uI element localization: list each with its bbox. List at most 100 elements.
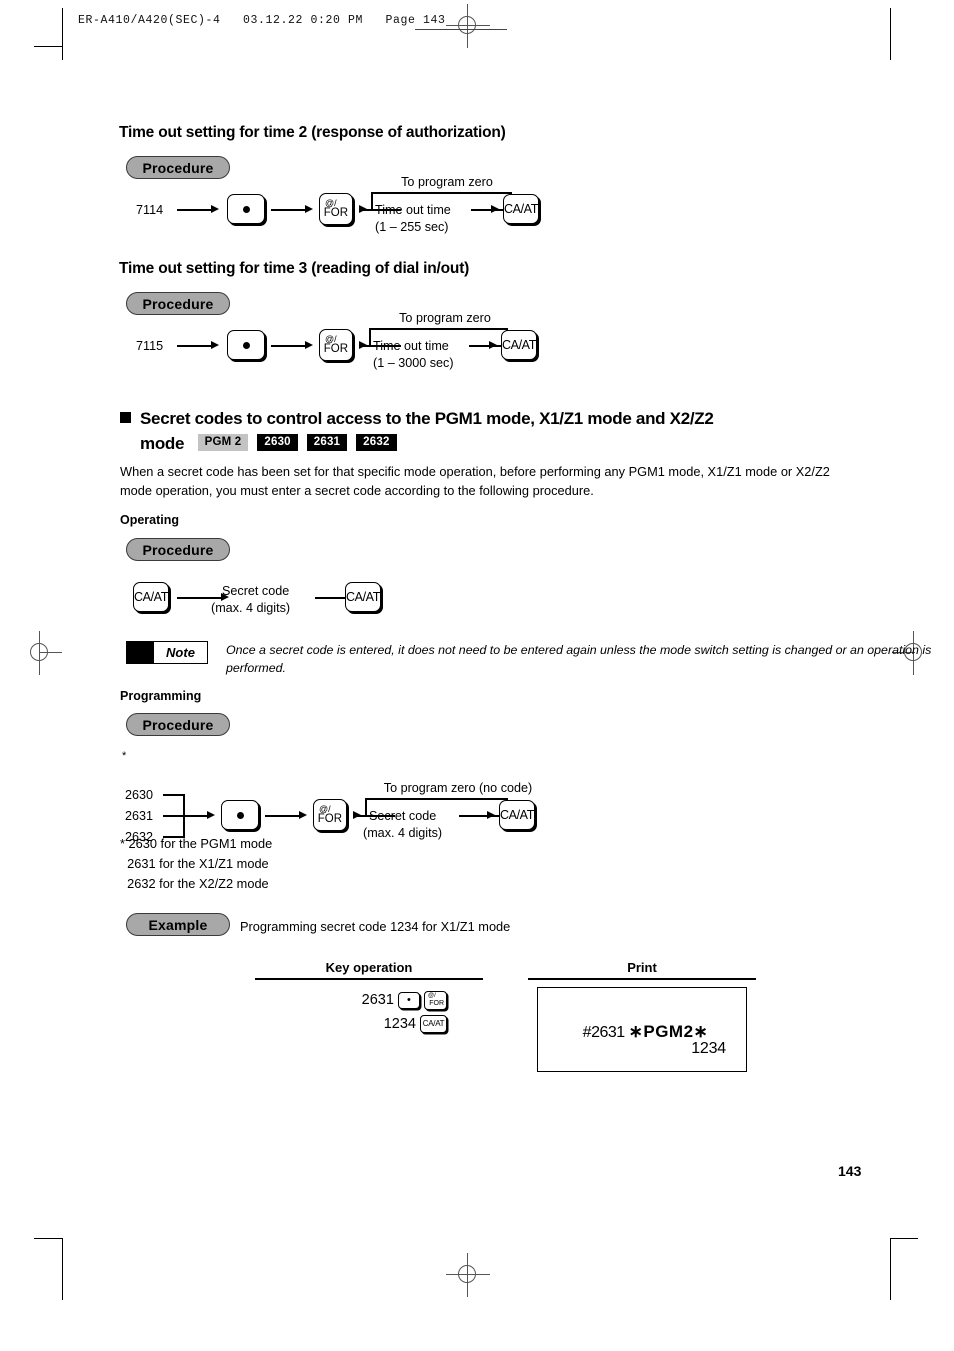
example-pill-label: Example <box>148 916 208 933</box>
procedure-pill-time3: Procedure <box>126 292 230 315</box>
badge-2630: 2630 <box>257 434 298 451</box>
registration-mark-top <box>446 4 490 48</box>
arrow-head <box>299 811 307 819</box>
note-text: Once a secret code is entered, it does n… <box>226 643 932 675</box>
key-ca-at-label: CA/AT <box>134 589 168 604</box>
key-decimal-point-label: • <box>407 994 411 1007</box>
step-label-secret-code: Secret code <box>222 584 290 598</box>
running-head: ER-A410/A420(SEC)-4 03.12.22 0:20 PM Pag… <box>78 14 446 27</box>
key-operation-row: 1234 CA/AT <box>255 1012 447 1036</box>
programming-code-2631: 2631 <box>125 809 154 823</box>
print-receipt: #2631 ∗PGM2∗ 1234 <box>537 987 747 1072</box>
key-at-for-small: @/ FOR <box>424 990 447 1010</box>
secret-codes-intro-text: When a secret code has been set for that… <box>120 464 830 498</box>
key-decimal-point-small: • <box>397 991 420 1009</box>
column-header-print: Print <box>627 960 657 975</box>
key-at-for-bottom-label: FOR <box>317 813 342 825</box>
branch-line-horizontal <box>365 798 507 800</box>
arrow-head <box>305 341 313 349</box>
key-decimal-point <box>227 330 265 360</box>
badge-2632: 2632 <box>356 434 397 451</box>
note-block: Note Once a secret code is entered, it d… <box>126 641 931 681</box>
key-operation-rows: 2631 • @/ FOR 1234 CA/AT <box>255 988 447 1036</box>
key-ca-at-end: CA/AT <box>345 582 381 612</box>
badge-2631: 2631 <box>306 434 348 451</box>
connector <box>271 209 309 211</box>
running-head-rule <box>415 29 507 30</box>
key-ca-at-label: CA/AT <box>346 589 380 604</box>
arrow-head <box>489 341 497 349</box>
receipt-mode-name: ∗PGM2∗ <box>628 1022 709 1041</box>
crop-mark-bottom-left-horizontal <box>34 1238 62 1239</box>
column-rule-print <box>528 978 756 980</box>
page-number: 143 <box>838 1163 862 1179</box>
diagram-code-7115: 7115 <box>136 339 164 353</box>
crop-mark-top-left-horizontal <box>34 46 62 47</box>
arrow-head <box>305 205 313 213</box>
step-range-time-out-time: (1 – 3000 sec) <box>373 356 454 370</box>
bracket-line-mid <box>163 815 185 817</box>
diagram-programming: * 2630 2631 2632 @/ FOR To program zero … <box>119 748 579 844</box>
key-ca-at: CA/AT <box>501 330 537 360</box>
programming-code-2630: 2630 <box>125 788 154 802</box>
column-rule-key-operation <box>255 978 483 980</box>
example-description: Programming secret code 1234 for X1/Z1 m… <box>240 919 511 934</box>
bullet-square-icon <box>120 412 131 423</box>
key-at-for: @/ FOR <box>319 329 353 361</box>
key-operation-row: 2631 • @/ FOR <box>255 988 447 1012</box>
key-at-for-top-label: @/ <box>428 993 436 1000</box>
crop-mark-bottom-left-vertical <box>62 1238 63 1300</box>
key-decimal-point <box>221 800 259 830</box>
badge-pgm2: PGM 2 <box>197 434 249 451</box>
connector <box>177 209 215 211</box>
key-ca-at: CA/AT <box>499 800 535 830</box>
branch-line-left-vertical <box>371 192 373 210</box>
step-label-secret-code: Secret code <box>369 809 437 823</box>
connector <box>177 597 225 599</box>
branch-label-to-program-zero: To program zero <box>401 175 493 189</box>
diagram-time-out-3: 7115 @/ FOR To program zero Time out tim… <box>119 311 579 376</box>
step-label-time-out-time: Time out time <box>373 339 449 353</box>
heading-secret-codes-line1: Secret codes to control access to the PG… <box>140 409 714 428</box>
arrow-head <box>491 205 499 213</box>
note-badge-label: Note <box>166 645 195 660</box>
step-label-time-out-time: Time out time <box>375 203 451 217</box>
procedure-pill-time2: Procedure <box>126 156 230 179</box>
key-ca-at: CA/AT <box>503 194 539 224</box>
key-ca-at-label: CA/AT <box>422 1019 445 1029</box>
key-at-for-bottom-label: FOR <box>429 1000 444 1008</box>
programming-footnote: * 2630 for the PGM1 mode 2631 for the X1… <box>120 836 273 891</box>
step-sub-max-4-digits: (max. 4 digits) <box>363 826 443 840</box>
diagram-code-7114: 7114 <box>136 203 164 217</box>
procedure-pill-label: Procedure <box>142 541 214 558</box>
connector <box>177 345 215 347</box>
manual-page: ER-A410/A420(SEC)-4 03.12.22 0:20 PM Pag… <box>0 0 954 1351</box>
step-sub-max-4-digits: (max. 4 digits) <box>211 601 291 615</box>
key-at-for: @/ FOR <box>319 193 353 225</box>
branch-line-horizontal <box>369 328 507 330</box>
branch-line-left-vertical <box>365 798 367 816</box>
diagram-operating: CA/AT Secret code (max. 4 digits) CA/AT <box>119 578 539 628</box>
key-operation-digits: 1234 <box>383 1016 416 1032</box>
key-ca-at-start: CA/AT <box>133 582 169 612</box>
key-ca-at-small: CA/AT <box>420 1015 447 1034</box>
key-operation-digits: 2631 <box>361 992 394 1008</box>
diagram-time-out-2: 7114 @/ FOR To program zero Time out tim… <box>119 175 579 240</box>
procedure-pill-programming: Procedure <box>126 713 230 736</box>
heading-secret-codes-line2: mode <box>140 434 185 453</box>
receipt-mode-code: #2631 <box>582 1024 629 1041</box>
arrow-head <box>211 205 219 213</box>
heading-operating: Operating <box>120 513 180 527</box>
heading-secret-codes: Secret codes to control access to the PG… <box>120 406 880 456</box>
crop-mark-top-right-vertical <box>890 8 891 60</box>
key-ca-at-label: CA/AT <box>504 201 538 216</box>
column-header-key-operation: Key operation <box>325 960 413 975</box>
procedure-pill-label: Procedure <box>142 716 214 733</box>
registration-mark-left <box>18 631 62 675</box>
registration-mark-bottom <box>446 1253 490 1297</box>
heading-time-out-3: Time out setting for time 3 (reading of … <box>119 260 470 277</box>
footnote-asterisk-marker: * <box>122 750 127 762</box>
procedure-pill-label: Procedure <box>142 295 214 312</box>
bracket-line-top <box>163 794 185 796</box>
arrow-head <box>211 341 219 349</box>
